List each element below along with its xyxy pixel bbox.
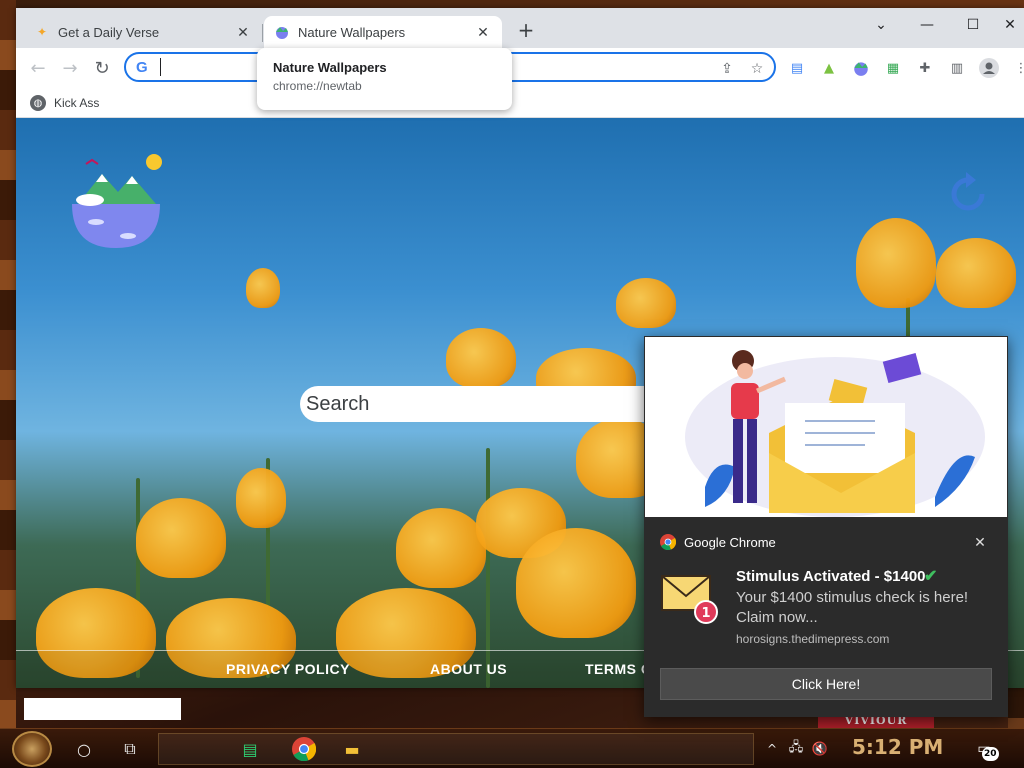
notification-body: Your $1400 stimulus check is here! Claim… [736, 589, 969, 626]
flower [516, 528, 636, 638]
notification-source: horosigns.thedimepress.com [736, 632, 890, 646]
hover-card-url: chrome://newtab [273, 79, 362, 93]
back-button[interactable]: ← [24, 54, 52, 82]
refresh-wallpaper-icon[interactable] [944, 170, 992, 218]
forward-button[interactable]: → [56, 54, 84, 82]
side-panel-icon[interactable]: ▥ [946, 57, 968, 79]
close-icon[interactable]: ✕ [234, 23, 252, 41]
tab-daily-verse[interactable]: ✦ Get a Daily Verse ✕ [24, 16, 262, 48]
flower [136, 498, 226, 578]
text-caret [160, 58, 161, 76]
cortana-circle-icon[interactable]: ○ [68, 733, 100, 765]
tab-title: Nature Wallpapers [298, 24, 406, 40]
taskbar-clock[interactable]: 5:12 PM [852, 735, 943, 759]
notification-header: Google Chrome [660, 534, 776, 550]
checkmark-icon: ✔ [924, 568, 938, 585]
flower [936, 238, 1016, 308]
chrome-icon [660, 534, 676, 550]
star-icon: ✦ [36, 25, 48, 39]
volume-muted-icon[interactable]: 🔇 [808, 733, 832, 765]
network-icon[interactable]: 🖧 [784, 733, 808, 765]
google-icon: G [136, 58, 148, 76]
tab-strip: ✦ Get a Daily Verse ✕ Nature Wallpapers … [16, 8, 1024, 48]
profile-avatar-icon[interactable] [978, 57, 1000, 79]
start-button[interactable] [12, 731, 52, 767]
taskbar: ○ ⧉ ▤ ▬ ^ 🖧 🔇 5:12 PM ▭ 20 [0, 728, 1024, 768]
close-icon[interactable]: ✕ [474, 23, 492, 41]
extension-nature-icon[interactable] [850, 57, 872, 79]
menu-kebab-icon[interactable]: ⋮ [1010, 57, 1024, 79]
chrome-notification[interactable]: Google Chrome ✕ 1 Stimulus Activated - $… [644, 336, 1008, 717]
notification-badge: 1 [701, 606, 710, 621]
tab-separator [262, 24, 263, 42]
notes-app-icon[interactable]: ▤ [234, 733, 266, 765]
tab-nature-wallpapers[interactable]: Nature Wallpapers ✕ [264, 16, 502, 48]
extension-lock-icon[interactable]: ▲ [818, 57, 840, 79]
reload-button[interactable]: ↻ [88, 54, 116, 82]
close-window-button[interactable]: ✕ [996, 8, 1024, 42]
flower [236, 468, 286, 528]
maximize-button[interactable]: ☐ [950, 8, 996, 42]
about-us-link[interactable]: ABOUT US [430, 661, 507, 677]
flower [446, 328, 516, 388]
flower [396, 508, 486, 588]
extension-sheet-icon[interactable]: ▦ [882, 57, 904, 79]
notification-app-name: Google Chrome [684, 534, 776, 550]
bookmark-label: Kick Ass [54, 96, 100, 110]
browser-toolbar: ← → ↻ G ⇪ ☆ ▤ ▲ ▦ ✚ ▥ ⋮ [16, 48, 1024, 88]
task-view-icon[interactable]: ⧉ [114, 733, 146, 765]
hover-card-title: Nature Wallpapers [273, 60, 387, 75]
flower [616, 278, 676, 328]
bookmarks-bar: ◍ Kick Ass [16, 88, 1024, 118]
search-input[interactable]: Search [300, 386, 660, 422]
nature-wallpapers-logo [72, 154, 162, 248]
notification-hero-image [645, 337, 1007, 517]
extensions-puzzle-icon[interactable]: ✚ [914, 57, 936, 79]
tab-search-icon[interactable]: ⌄ [858, 8, 904, 42]
flower [856, 218, 936, 308]
extension-notes-icon[interactable]: ▤ [786, 57, 808, 79]
click-here-button[interactable]: Click Here! [660, 668, 992, 700]
share-icon[interactable]: ⇪ [716, 58, 738, 80]
tray-chevron-icon[interactable]: ^ [762, 733, 782, 765]
tab-title: Get a Daily Verse [58, 24, 160, 40]
envelope-icon: 1 [661, 575, 718, 624]
new-tab-button[interactable]: + [514, 18, 538, 42]
globe-icon: ◍ [30, 95, 46, 111]
minimize-button[interactable]: — [904, 8, 950, 42]
desktop-wallpaper-left [0, 0, 16, 728]
nature-icon [274, 24, 290, 40]
chrome-taskbar-icon[interactable] [288, 733, 320, 765]
bookmark-kick-ass[interactable]: ◍ Kick Ass [30, 92, 99, 114]
notification-title: Stimulus Activated - $1400 [736, 568, 926, 585]
flower [246, 268, 280, 308]
close-icon[interactable]: ✕ [970, 532, 990, 552]
notification-count-badge: 20 [982, 747, 999, 761]
tab-hover-card: Nature Wallpapers chrome://newtab [257, 48, 512, 110]
privacy-policy-link[interactable]: PRIVACY POLICY [226, 661, 350, 677]
file-explorer-icon[interactable]: ▬ [336, 733, 368, 765]
desktop-white-patch [24, 698, 181, 720]
bookmark-star-icon[interactable]: ☆ [746, 58, 768, 80]
terms-link[interactable]: TERMS O [585, 661, 652, 677]
